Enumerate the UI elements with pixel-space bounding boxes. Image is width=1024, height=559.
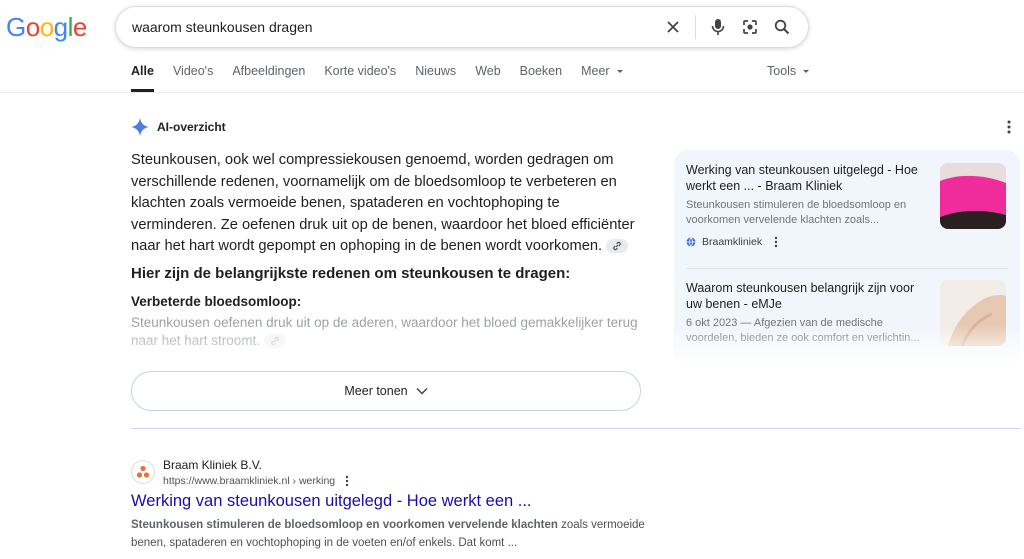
tab-videos[interactable]: Video's [173, 64, 213, 92]
card-divider [686, 268, 1008, 269]
tab-books[interactable]: Boeken [520, 64, 562, 92]
logo-letter: o [25, 12, 40, 42]
lens-camera-icon[interactable] [734, 11, 766, 43]
globe-icon [686, 237, 696, 247]
site-favicon[interactable] [131, 460, 155, 484]
section-divider [131, 428, 1021, 429]
more-options-icon[interactable] [345, 475, 349, 487]
ai-sources-panel: Werking van steunkousen uitgelegd - Hoe … [674, 150, 1020, 365]
tab-web[interactable]: Web [475, 64, 500, 92]
result-snippet: Steunkousen stimuleren de bloedsomloop e… [131, 516, 651, 552]
logo-letter: G [6, 12, 26, 42]
result-url-row: https://www.braamkliniek.nl › werking [163, 475, 349, 487]
tools-label: Tools [767, 64, 797, 78]
google-logo[interactable]: Google [6, 12, 87, 43]
tab-images[interactable]: Afbeeldingen [232, 64, 305, 92]
header-divider [0, 92, 1024, 93]
content-fade [120, 322, 660, 372]
tab-more[interactable]: Meer [581, 64, 623, 92]
source-title[interactable]: Werking van steunkousen uitgelegd - Hoe … [686, 162, 926, 194]
result-url[interactable]: https://www.braamkliniek.nl › werking [163, 475, 335, 487]
logo-letter: o [39, 12, 54, 42]
logo-letter: g [53, 12, 68, 42]
ai-overview-header: AI-overzicht [131, 118, 226, 136]
ai-intro-text: Steunkousen, ook wel compressiekousen ge… [131, 152, 635, 254]
search-box[interactable]: waarom steunkousen dragen [115, 6, 809, 48]
panel-fade [674, 325, 1020, 365]
source-name: Braamkliniek [702, 236, 763, 248]
chevron-down-icon [416, 387, 428, 395]
citation-link-icon[interactable] [606, 239, 629, 254]
ai-overview-label: AI-overzicht [157, 120, 226, 134]
source-attribution: Braamkliniek [686, 236, 1008, 248]
more-options-icon[interactable] [774, 236, 778, 248]
sparkle-icon [131, 118, 149, 136]
searchbox-divider [695, 15, 696, 39]
result-site-name[interactable]: Braam Kliniek B.V. [163, 458, 262, 472]
clear-icon[interactable] [657, 11, 689, 43]
ai-overview-intro: Steunkousen, ook wel compressiekousen ge… [131, 150, 641, 258]
ai-subheading: Hier zijn de belangrijkste redenen om st… [131, 265, 571, 282]
result-title-link[interactable]: Werking van steunkousen uitgelegd - Hoe … [131, 492, 532, 511]
caret-down-icon [803, 70, 810, 73]
tab-all[interactable]: Alle [131, 64, 154, 92]
search-icon[interactable] [766, 11, 798, 43]
show-more-label: Meer tonen [344, 384, 408, 398]
logo-letter: e [72, 12, 87, 42]
search-input[interactable]: waarom steunkousen dragen [132, 19, 657, 35]
caret-down-icon [616, 70, 623, 73]
result-snippet-bold: Steunkousen stimuleren de bloedsomloop e… [131, 519, 558, 531]
ai-point-title: Verbeterde bloedsomloop: [131, 294, 302, 309]
search-tabs: Alle Video's Afbeeldingen Korte video's … [131, 64, 643, 92]
microphone-icon[interactable] [702, 11, 734, 43]
show-more-button[interactable]: Meer tonen [131, 371, 641, 411]
more-options-icon[interactable] [1007, 120, 1017, 136]
tab-short-videos[interactable]: Korte video's [324, 64, 396, 92]
source-title[interactable]: Waarom steunkousen belangrijk zijn voor … [686, 280, 926, 312]
source-snippet: Steunkousen stimuleren de bloedsomloop e… [686, 199, 907, 226]
tab-more-label: Meer [581, 64, 610, 78]
source-thumbnail[interactable] [940, 163, 1006, 229]
tools-button[interactable]: Tools [767, 64, 810, 78]
tab-news[interactable]: Nieuws [415, 64, 456, 92]
